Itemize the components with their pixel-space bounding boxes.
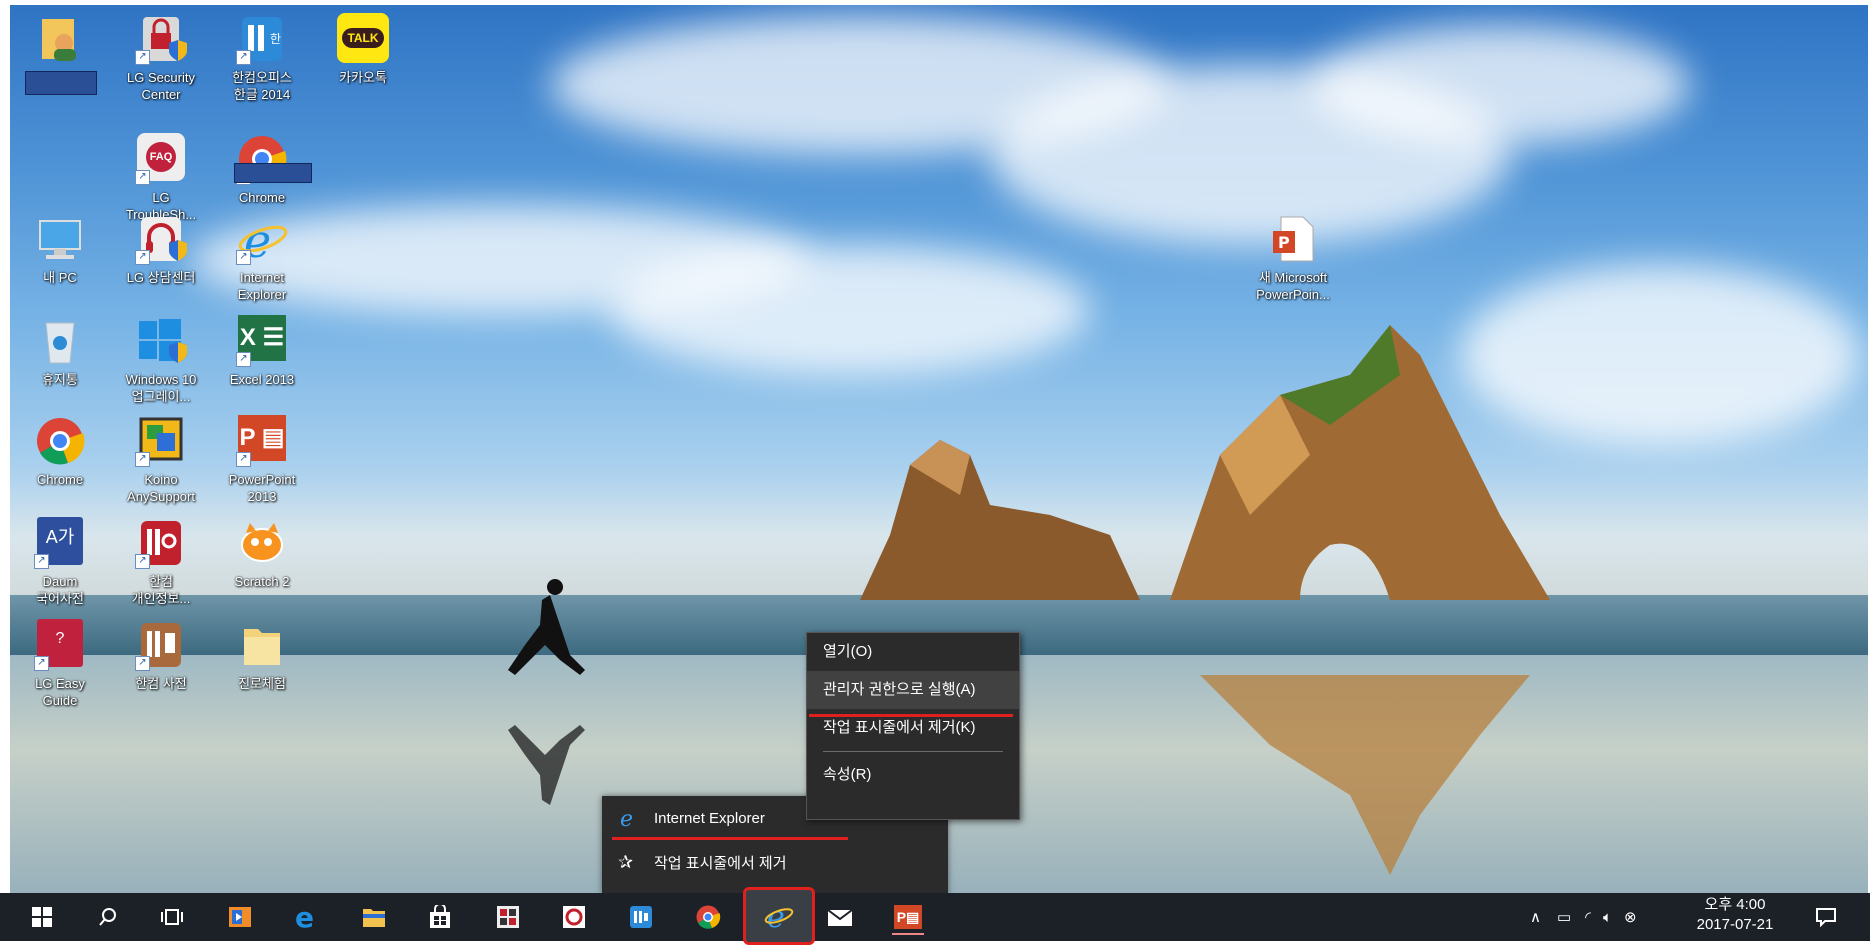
task-view-button[interactable] — [156, 901, 188, 933]
chevron-up-icon[interactable]: ∧ — [1530, 908, 1541, 926]
desktop-icon-user-folder[interactable] — [12, 13, 108, 95]
svg-text:P: P — [1278, 233, 1290, 252]
redacted-label — [25, 71, 97, 95]
menu-item-run-as-admin[interactable]: 관리자 권한으로 실행(A) — [807, 671, 1019, 709]
mail-icon — [827, 909, 853, 926]
media-player-icon — [229, 907, 251, 927]
small-rock — [860, 440, 1140, 600]
wifi-icon[interactable]: ◜ — [1585, 908, 1591, 926]
desktop-icon-koino[interactable]: ↗ Koino AnySupport — [113, 415, 209, 505]
taskbar-media-player[interactable] — [224, 901, 256, 933]
folder-icon — [244, 629, 280, 665]
recycle-bin-icon — [45, 322, 75, 364]
redacted-label — [234, 163, 312, 183]
desktop-icon-lg-security[interactable]: ↗ LG Security Center — [113, 13, 209, 103]
internet-explorer-icon: e — [620, 807, 633, 829]
desktop-icon-recycle-bin[interactable]: 휴지통 — [12, 315, 108, 388]
jump-list-unpin-item[interactable]: ✰ 작업 표시줄에서 제거 — [602, 840, 948, 884]
svg-text:e: e — [620, 807, 633, 829]
desktop-icon-excel[interactable]: X ☰ ↗ Excel 2013 — [214, 315, 310, 388]
chrome-icon — [37, 418, 85, 465]
computer-icon — [39, 220, 81, 259]
taskbar-file-explorer[interactable] — [358, 901, 390, 933]
internet-explorer-icon: e — [764, 901, 794, 931]
menu-item-properties[interactable]: 속성(R) — [807, 756, 1019, 794]
desktop-icon-chrome-2[interactable]: Chrome — [12, 415, 108, 488]
runner-silhouette — [508, 579, 585, 675]
taskbar-sync-app[interactable] — [558, 901, 590, 933]
unpin-icon: ✰ — [618, 851, 634, 872]
sync-icon — [563, 906, 585, 928]
chrome-icon — [696, 905, 721, 929]
search-button[interactable] — [92, 901, 124, 933]
menu-item-open[interactable]: 열기(O) — [807, 633, 1019, 671]
desktop-icon-scratch[interactable]: Scratch 2 — [214, 517, 310, 590]
desktop-wallpaper[interactable]: ↗ LG Security Center 한 ↗ 한컴오피스 한글 2014 TA… — [10, 5, 1868, 893]
taskbar-app-grid[interactable] — [492, 901, 524, 933]
task-view-icon — [161, 909, 183, 925]
notification-icon — [1816, 908, 1836, 927]
warning-icon[interactable]: ⊗ — [1624, 908, 1637, 926]
taskbar-mail[interactable] — [824, 901, 856, 933]
clock[interactable]: 오후 4:00 2017-07-21 — [1685, 895, 1785, 935]
store-bag-icon — [430, 905, 450, 928]
powerpoint-icon: P▤ — [894, 905, 922, 929]
start-button[interactable] — [26, 901, 58, 933]
windows-logo-icon — [139, 319, 187, 363]
desktop-icon-lg-troubleshoot[interactable]: FAQ ↗ LG TroubleSh... — [113, 133, 209, 223]
svg-text:e: e — [295, 904, 314, 930]
action-center-button[interactable] — [1810, 901, 1842, 933]
desktop-icon-powerpoint[interactable]: P ▤ ↗ PowerPoint 2013 — [214, 415, 310, 505]
desktop-icon-my-pc[interactable]: 내 PC — [12, 213, 108, 286]
clock-date: 2017-07-21 — [1696, 916, 1774, 933]
taskbar-edge[interactable]: e — [291, 901, 323, 933]
desktop-icon-kakaotalk[interactable]: TALK 카카오톡 — [315, 13, 411, 86]
volume-icon[interactable]: 🔈︎ — [1603, 909, 1612, 926]
menu-separator — [823, 751, 1003, 752]
clock-time: 오후 4:00 — [1704, 896, 1766, 913]
desktop-icon-chrome-1[interactable]: ↗ Chrome — [214, 133, 312, 206]
file-explorer-icon — [363, 909, 385, 927]
taskbar-store[interactable] — [424, 901, 456, 933]
svg-text:한: 한 — [270, 32, 281, 46]
highlight-underline — [809, 714, 1013, 717]
desktop-icon-career-folder[interactable]: 진로체험 — [214, 619, 310, 692]
runner-reflection — [508, 725, 585, 805]
edge-icon: e — [295, 904, 314, 930]
taskbar-hancom[interactable] — [625, 901, 657, 933]
search-icon — [99, 908, 116, 926]
highlight-underline — [612, 837, 848, 840]
user-folder-icon — [42, 19, 76, 61]
taskbar-powerpoint[interactable]: P▤ — [892, 901, 924, 935]
desktop-icon-lg-center[interactable]: ↗ LG 상담센터 — [113, 213, 209, 286]
rock-reflection — [1200, 675, 1530, 875]
windows-start-icon — [32, 907, 52, 927]
app-grid-icon — [497, 906, 519, 928]
battery-icon[interactable]: ▭ — [1557, 908, 1571, 926]
desktop-icon-hancom-privacy[interactable]: ↗ 한컴 개인정보... — [113, 517, 209, 607]
powerpoint-file-icon: P — [1273, 216, 1314, 262]
taskbar-ie-highlight[interactable]: e — [743, 887, 815, 945]
context-menu: 열기(O) 관리자 권한으로 실행(A) 작업 표시줄에서 제거(K) 속성(R… — [806, 632, 1020, 820]
taskbar-chrome[interactable] — [692, 901, 724, 933]
desktop-icon-hancom-office[interactable]: 한 ↗ 한컴오피스 한글 2014 — [214, 13, 310, 103]
taskbar: e e P▤ ∧ ▭ ◜ 🔈︎ ⊗ 오후 4:00 2017-07-21 — [0, 887, 1870, 945]
hancom-icon — [630, 906, 652, 928]
desktop-icon-lg-easy-guide[interactable]: ? ↗ LG Easy Guide — [12, 619, 108, 709]
system-tray: ∧ ▭ ◜ 🔈︎ ⊗ — [1530, 901, 1647, 933]
desktop-icon-new-ppt[interactable]: P 새 Microsoft PowerPoin... — [1245, 213, 1341, 303]
scratch-cat-icon — [241, 523, 283, 562]
desktop-icon-hancom-dict[interactable]: ↗ 한컴 사전 — [113, 619, 209, 692]
desktop-icon-windows10-upgrade[interactable]: Windows 10 업그레이... — [113, 315, 209, 405]
desktop-icon-daum-dict[interactable]: A가 ↗ Daum 국어사전 — [12, 517, 108, 607]
desktop-icon-internet-explorer[interactable]: e ↗ Internet Explorer — [214, 213, 310, 303]
kakao-talk-icon: TALK — [337, 13, 389, 63]
arch-rock — [1170, 325, 1550, 600]
